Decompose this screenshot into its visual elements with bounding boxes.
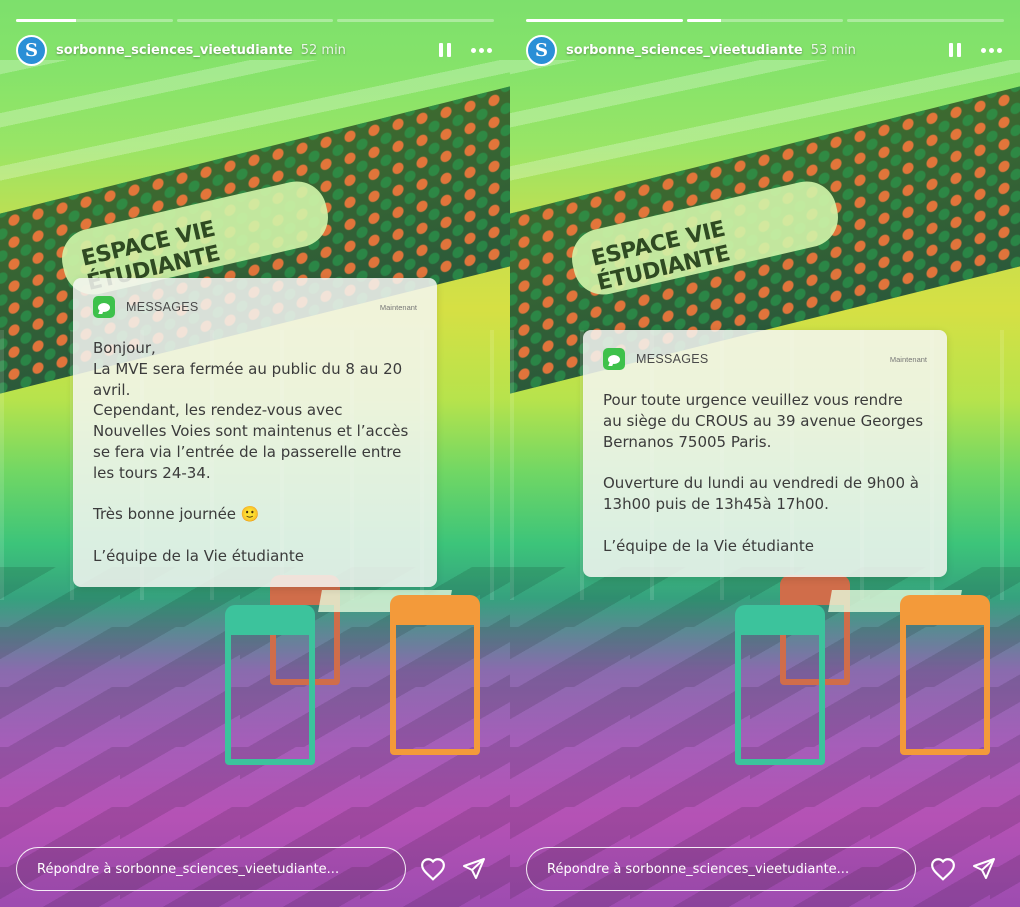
send-icon <box>973 858 995 879</box>
more-icon <box>470 47 492 53</box>
notification-body: Pour toute urgence veuillez vous rendre … <box>603 390 927 556</box>
more-options-button[interactable] <box>468 37 494 63</box>
pause-button[interactable] <box>942 37 968 63</box>
messages-notification-card: MESSAGES Maintenant Pour toute urgence v… <box>583 330 947 577</box>
notification-line <box>603 515 927 536</box>
pause-icon <box>949 43 961 57</box>
notification-app-name: MESSAGES <box>636 352 709 366</box>
progress-segment <box>337 19 495 22</box>
notification-line: La MVE sera fermée au public du 8 au 20 <box>93 359 403 378</box>
story-header: S sorbonne_sciences_vieetudiante 53 min <box>526 34 1004 66</box>
notification-line <box>93 525 417 546</box>
heart-icon <box>421 858 445 881</box>
progress-segment <box>686 19 844 22</box>
notification-line: Pour toute urgence veuillez vous rendre <box>603 391 903 409</box>
progress-segment <box>526 19 683 22</box>
messages-notification-card: MESSAGES Maintenant Bonjour, La MVE sera… <box>73 278 437 587</box>
reply-input-container[interactable] <box>16 847 406 891</box>
story-header: S sorbonne_sciences_vieetudiante 52 min <box>16 34 494 66</box>
story-progress <box>526 19 1005 22</box>
notification-line: les tours 24-34. <box>93 463 211 482</box>
messages-app-icon <box>93 296 115 318</box>
username[interactable]: sorbonne_sciences_vieetudiante <box>56 43 293 58</box>
avatar-letter: S <box>25 39 38 61</box>
reply-input[interactable] <box>547 861 915 877</box>
avatar[interactable]: S <box>16 34 47 66</box>
post-time: 53 min <box>810 42 856 58</box>
notification-line: Cependant, les rendez-vous avec <box>93 401 343 420</box>
notification-line: Très bonne journée 🙂 <box>93 505 260 524</box>
post-time: 52 min <box>300 42 346 58</box>
story-progress <box>16 19 495 22</box>
notification-line: Nouvelles Voies sont maintenus et l’accè… <box>93 422 409 441</box>
notification-line: L’équipe de la Vie étudiante <box>603 536 814 555</box>
notification-line: Bonjour, <box>93 339 156 357</box>
notification-line: Bernanos 75005 Paris. <box>603 432 772 451</box>
like-button[interactable] <box>418 854 448 884</box>
progress-segment <box>16 19 173 22</box>
reply-input-container[interactable] <box>526 847 916 891</box>
send-button[interactable] <box>459 854 489 884</box>
notification-line <box>603 452 927 473</box>
notification-line: au siège du CROUS au 39 avenue Georges <box>603 411 924 430</box>
reply-input[interactable] <box>37 861 405 877</box>
avatar-letter: S <box>535 39 548 61</box>
avatar[interactable]: S <box>526 34 557 66</box>
send-button[interactable] <box>969 854 999 884</box>
more-options-button[interactable] <box>978 37 1004 63</box>
progress-segment <box>176 19 334 22</box>
notification-body: Bonjour, La MVE sera fermée au public du… <box>93 338 417 567</box>
pause-icon <box>439 43 451 57</box>
like-button[interactable] <box>928 854 958 884</box>
notification-timestamp: Maintenant <box>379 302 417 312</box>
notification-line: L’équipe de la Vie étudiante <box>93 546 304 565</box>
send-icon <box>463 858 485 879</box>
notification-line: Ouverture du lundi au vendredi de 9h00 à <box>603 474 919 493</box>
story-panel-left[interactable]: ESPACE VIE ÉTUDIANTE S sorbonne_sciences… <box>0 0 510 907</box>
notification-line: avril. <box>93 380 131 399</box>
username[interactable]: sorbonne_sciences_vieetudiante <box>566 43 803 58</box>
story-panel-right[interactable]: ESPACE VIE ÉTUDIANTE S sorbonne_sciences… <box>510 0 1020 907</box>
notification-line: se fera via l’entrée de la passerelle en… <box>93 442 402 461</box>
more-icon <box>980 47 1002 53</box>
pause-button[interactable] <box>432 37 458 63</box>
notification-line: 13h00 puis de 13h45à 17h00. <box>603 494 829 513</box>
notification-line <box>93 484 417 505</box>
notification-timestamp: Maintenant <box>889 354 927 364</box>
messages-app-icon <box>603 348 625 370</box>
heart-icon <box>931 858 955 881</box>
progress-segment <box>847 19 1005 22</box>
notification-app-name: MESSAGES <box>126 300 199 314</box>
